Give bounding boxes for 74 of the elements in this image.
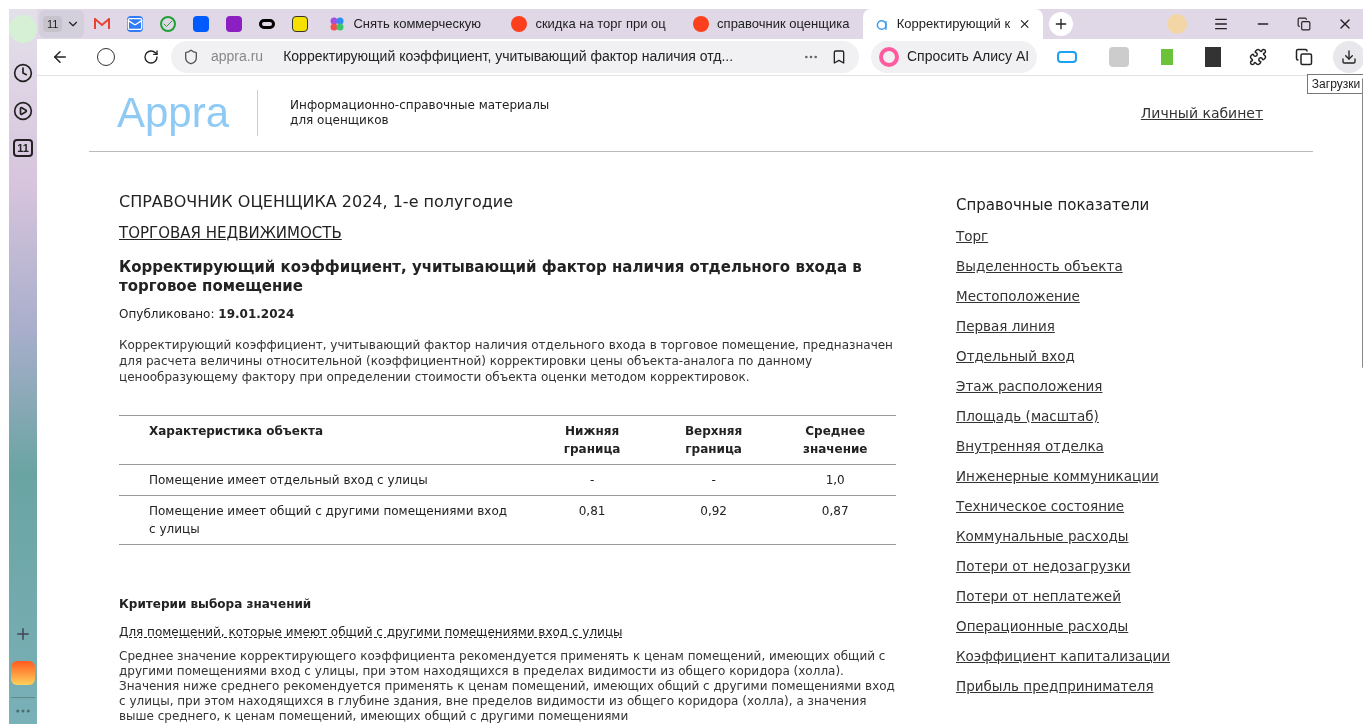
sidebar-link[interactable]: Торг [956,227,989,246]
new-tab-button[interactable] [1049,12,1074,36]
table-header: Верхняя граница [652,415,775,465]
table-header: Среднее значение [774,415,896,465]
criteria-paragraph: Среднее значение корректирующего коэффициента рекомендуется применять к ценам помещений, имеющих общий с другими помещениями вход с улицы, при этом находящихся в пределах видимости из общего коридора (холла). Значения ниже среднего рекомендуется применять к ценам помещений, имеющих общий с другими помещениями вход с улицы, при этом находящихся в глубине здания, вне пределов видимости из общего коридора (холла), а значения выше среднего, к ценам помещений, имеющих общий с другими помещениями [119,649,896,724]
ring-icon [258,19,275,29]
sidebar-title: Справочные показатели [956,194,1151,216]
envelope-icon [93,18,110,30]
sidebar-link[interactable]: Операционные расходы [956,617,1129,636]
published-date: Опубликовано: 19.01.2024 [119,306,296,323]
sidebar-link[interactable]: Прибыль предпринимателя [956,677,1154,696]
domain-text: appra.ru [211,47,264,67]
menu-icon[interactable] [1213,16,1230,32]
sidebar-link[interactable]: Отдельный вход [956,347,1075,366]
tooltip: Загрузки [1306,74,1363,94]
extensions-icon[interactable] [1249,47,1268,66]
check-icon [159,16,176,32]
intro-paragraph: Корректирующий коэффициент, учитывающий фактор наличия отдельного входа в торговое помещение, предназначен для расчета величины относительной (коэффициентной) корректировки цены объекта-аналога по данному ценообразующему фактору при определении стоимости объекта оценки методом корректировок. [119,337,894,385]
account-link[interactable]: Личный кабинет [1140,102,1264,124]
sidebar-link[interactable]: Потери от недозагрузки [956,557,1131,576]
letter-a-icon [875,17,889,31]
site-tagline: Информационно-справочные материалы для оценщиков [290,98,551,128]
table-cell: Помещение имеет отдельный вход с улицы [119,464,532,496]
reload-icon[interactable] [143,48,159,65]
guide-heading: СПРАВОЧНИК ОЦЕНЩИКА 2024, 1-е полугодие [119,190,514,213]
category-link[interactable]: ТОРГОВАЯ НЕДВИЖИМОСТЬ [119,221,342,244]
alice-icon [879,46,899,67]
page-title-text: Корректирующий коэффициент, учитывающий фактор наличия отд... [283,47,735,67]
sidebar-link[interactable]: Местоположение [956,287,1080,306]
circle-letter-icon [693,16,710,32]
table-cell: 0,81 [531,495,653,545]
add-icon[interactable] [14,625,32,643]
browser-tab[interactable]: Снять коммерческую [317,9,498,39]
table-cell: 0,87 [774,495,896,545]
workspace-badge[interactable]: 11 [13,139,33,157]
close-tab-icon[interactable] [1018,17,1032,31]
sidebar-link[interactable]: Инженерные коммуникации [956,467,1159,486]
download-icon [1341,48,1358,65]
article-title: Корректирующий коэффициент, учитывающий фактор наличия отдельного входа в торговое помещение [119,258,863,296]
play-icon[interactable] [13,101,33,121]
colored-dots-icon [329,16,346,32]
sidebar-link[interactable]: Первая линия [956,317,1055,336]
history-icon[interactable] [13,63,33,83]
collections-icon[interactable] [1295,47,1314,66]
download-button[interactable] [1333,40,1363,73]
address-bar[interactable]: appra.ru Корректирующий коэффициент, учитывающий фактор наличия отд... [171,40,859,73]
workspace-tab[interactable]: 11 [39,10,85,38]
criteria-link[interactable]: Для помещений, которые имеют общий с другими помещениями вход с улицы [119,623,623,641]
criteria-heading: Критерии выбора значений [119,596,313,613]
sidebar-link[interactable]: Потери от неплатежей [956,587,1121,606]
sidebar-link[interactable]: Коэффициент капитализации [956,647,1171,666]
restore-icon[interactable] [1297,17,1312,31]
bookmark-icon[interactable] [831,48,847,65]
table-cell: - [531,464,653,496]
table-cell: - [652,464,775,496]
sidebar-link[interactable]: Техническое состояние [956,497,1125,516]
mail-icon [126,16,143,32]
sidebar-link[interactable]: Коммунальные расходы [956,527,1129,546]
sidebar-link[interactable]: Внутренняя отделка [956,437,1104,456]
sidebar-link[interactable]: Этаж расположения [956,377,1103,396]
extension-icon[interactable] [1205,46,1222,67]
table-cell: 1,0 [774,464,896,496]
table-cell: Помещение имеет общий с другими помещениями вход с улицы [119,495,532,545]
browser-tab[interactable]: справочник оценщика [681,9,862,39]
circle-letter-icon [511,16,528,32]
browser-tab[interactable]: Корректирующий к [863,9,1044,39]
table-header: Характеристика объекта [119,415,532,465]
ask-alice-button[interactable]: Спросить Алису AI [871,40,1038,73]
table-cell: 0,92 [652,495,775,545]
table-header: Нижняя граница [531,415,653,465]
sidebar-link[interactable]: Выделенность объекта [956,257,1123,276]
browser-tab[interactable]: скидка на торг при оц [499,9,680,39]
sidebar-link[interactable]: Площадь (масштаб) [956,407,1099,426]
shield-icon[interactable] [183,48,199,65]
